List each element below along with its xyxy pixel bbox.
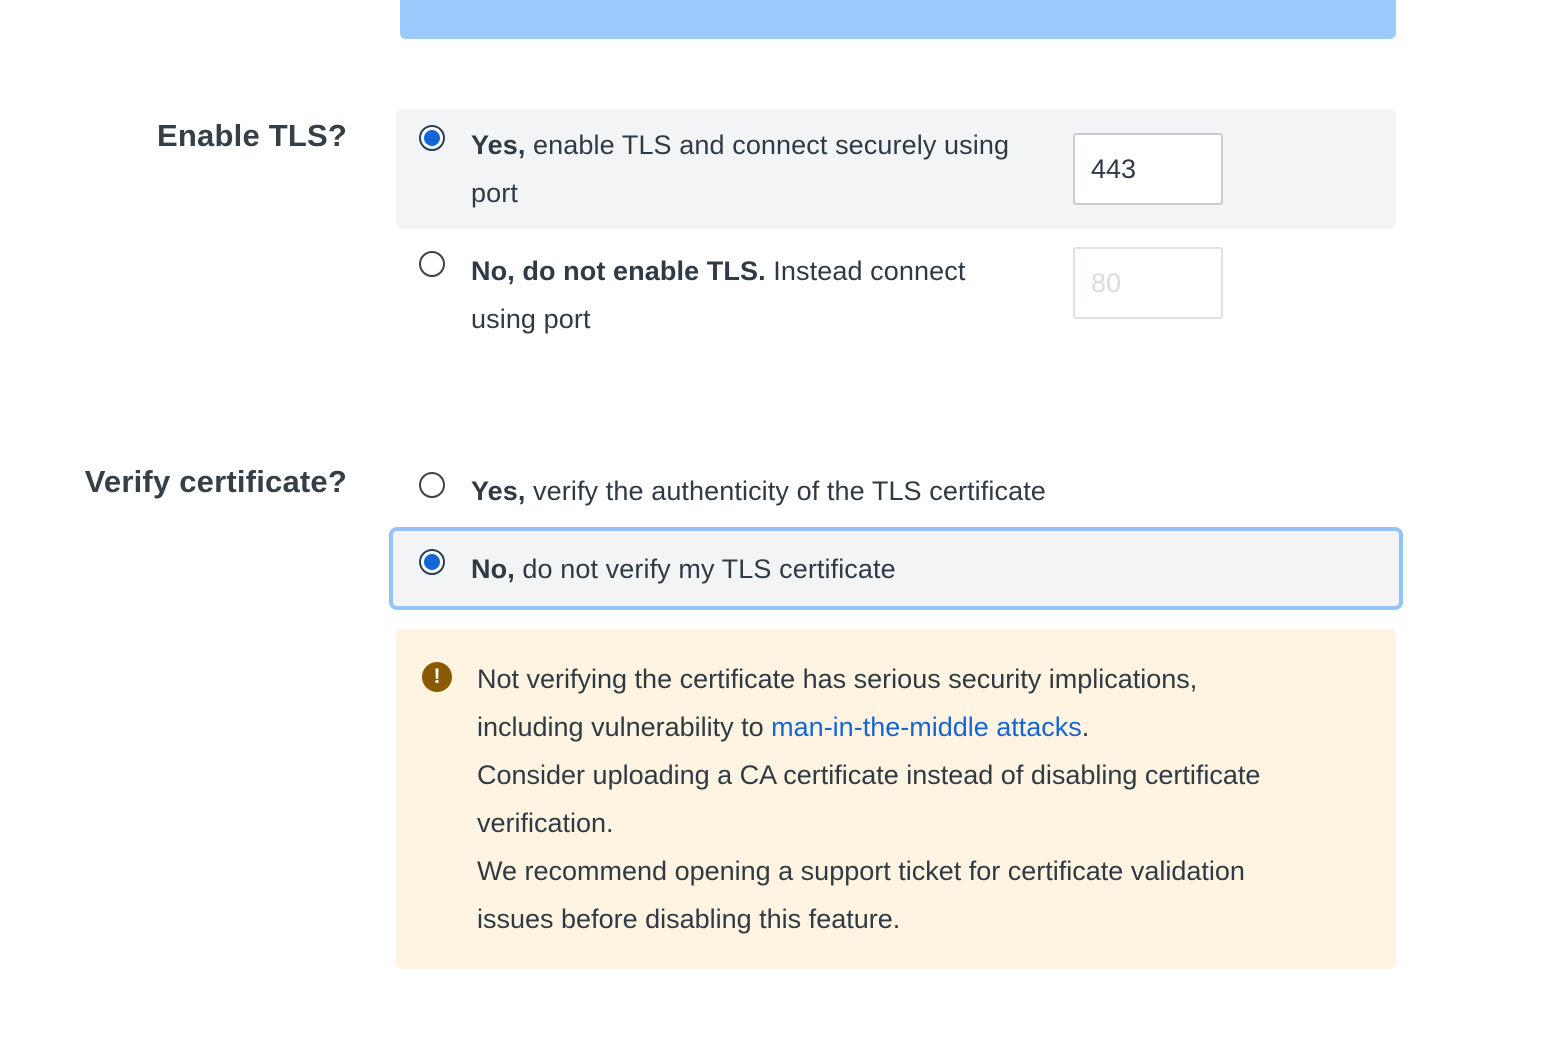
verify-yes-radio[interactable] [419,472,445,498]
mitm-attacks-link[interactable]: man-in-the-middle attacks [771,712,1082,742]
verify-no-option[interactable]: No, do not verify my TLS certificate [389,527,1403,610]
plain-port-input [1073,247,1223,319]
verify-no-label: No, do not verify my TLS certificate [471,554,896,584]
verify-yes-option[interactable]: Yes, verify the authenticity of the TLS … [396,462,1396,524]
tls-yes-radio[interactable] [419,125,445,151]
enable-tls-label: Enable TLS? [157,118,347,153]
warning-text: Not verifying the certificate has seriou… [477,664,1261,934]
tls-no-radio[interactable] [419,251,445,277]
warning-callout: ! Not verifying the certificate has seri… [396,629,1396,969]
info-banner [400,0,1396,39]
tls-no-label: No, do not enable TLS. Instead connect us… [471,256,966,334]
tls-yes-label: Yes, enable TLS and connect securely usi… [471,130,1010,208]
tls-port-input[interactable] [1073,133,1223,205]
tls-yes-option[interactable]: Yes, enable TLS and connect securely usi… [396,109,1396,229]
verify-certificate-label: Verify certificate? [84,464,347,499]
tls-no-option[interactable]: No, do not enable TLS. Instead connect us… [396,235,1396,355]
verify-no-radio[interactable] [419,549,445,575]
exclamation-circle-icon: ! [422,662,452,692]
verify-yes-label: Yes, verify the authenticity of the TLS … [471,476,1046,506]
